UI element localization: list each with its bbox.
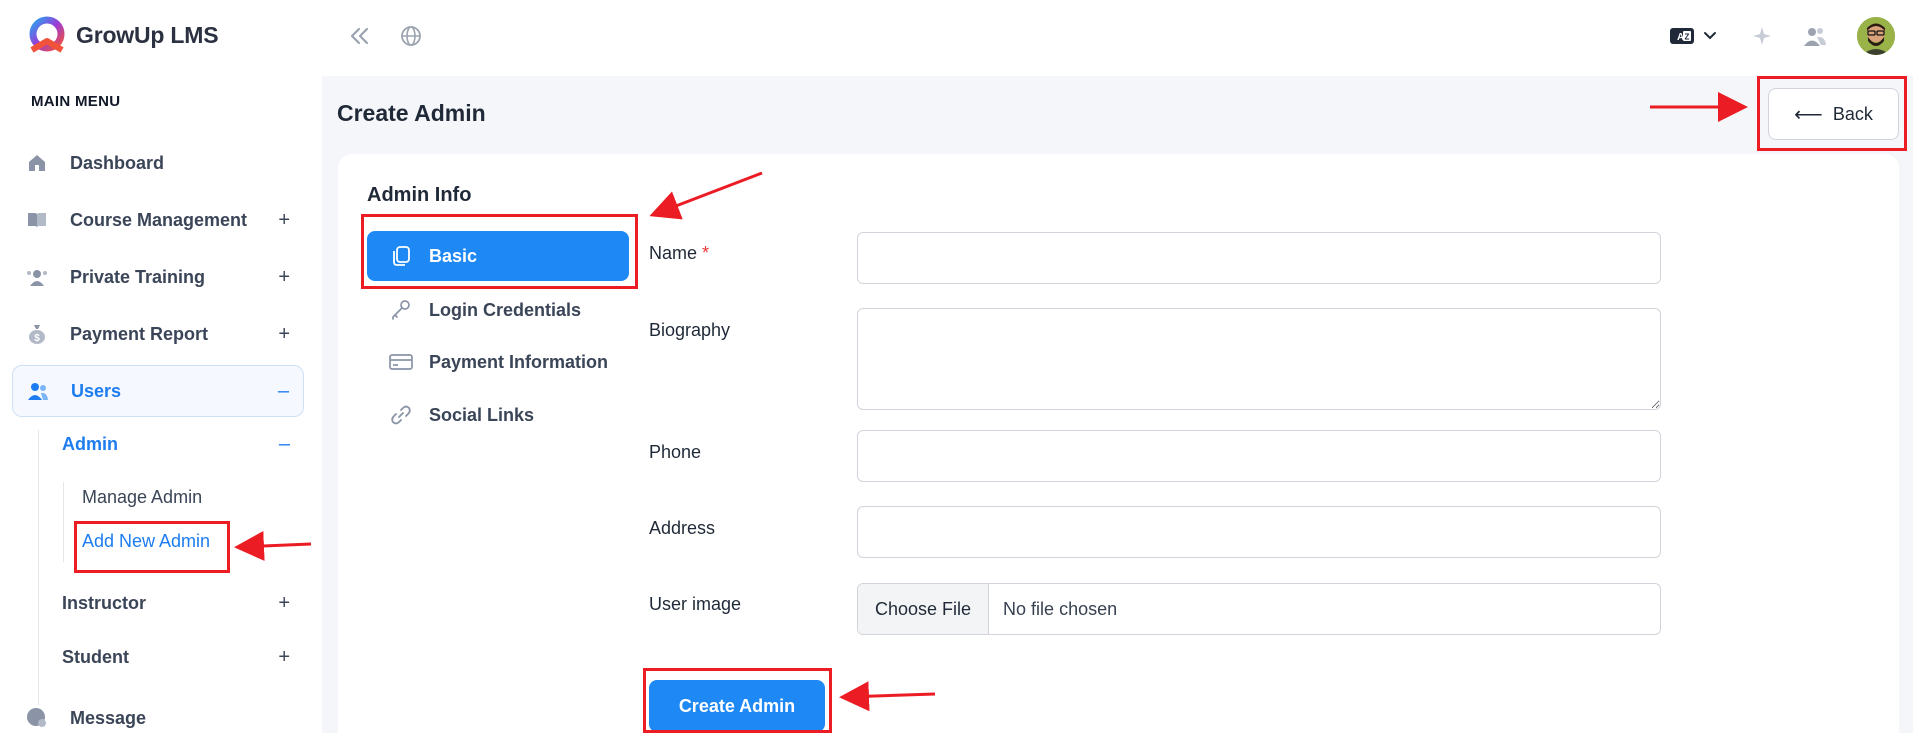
sub-label: Instructor	[62, 592, 147, 613]
app-name: GrowUp LMS	[76, 21, 219, 48]
training-icon	[26, 266, 48, 288]
user-image-field[interactable]: Choose File No file chosen	[857, 583, 1661, 635]
file-status: No file chosen	[1003, 598, 1118, 619]
name-field[interactable]	[857, 232, 1661, 284]
sub-label: Student	[62, 646, 129, 667]
phone-field[interactable]	[857, 430, 1661, 482]
nav-label: Private Training	[70, 266, 206, 287]
address-field[interactable]	[857, 506, 1661, 558]
menu-title: MAIN MENU	[31, 93, 121, 110]
nav-label: Dashboard	[70, 152, 165, 173]
back-button[interactable]: ⟵ Back	[1768, 88, 1899, 140]
collapse-sign-icon: –	[277, 379, 289, 402]
nav-payment-report[interactable]: $ Payment Report +	[12, 308, 304, 360]
address-label: Address	[649, 518, 716, 538]
sub-instructor[interactable]: Instructor +	[62, 586, 298, 620]
nav-label: Users	[71, 380, 122, 401]
arrow-left-icon: ⟵	[1794, 103, 1823, 126]
nav-label: Message	[70, 707, 147, 728]
name-label-text: Name	[649, 243, 698, 263]
tab-login-credentials[interactable]: Login Credentials	[367, 285, 629, 335]
nav-message[interactable]: Message	[12, 692, 304, 733]
globe-icon[interactable]	[395, 20, 427, 52]
logo-icon	[29, 16, 65, 53]
card-icon	[389, 350, 413, 374]
nav-label: Course Management	[70, 209, 248, 230]
back-label: Back	[1832, 103, 1873, 124]
biography-label: Biography	[649, 320, 731, 340]
card-title: Admin Info	[367, 184, 472, 206]
required-mark: *	[702, 243, 710, 263]
nav-label: Payment Report	[70, 323, 209, 344]
svg-text:Z: Z	[1685, 33, 1690, 42]
tab-social-links[interactable]: Social Links	[367, 390, 629, 440]
nav-private-training[interactable]: Private Training +	[12, 251, 304, 303]
language-icon[interactable]: AZ	[1668, 20, 1696, 52]
submenu-line	[63, 482, 64, 562]
nav-users[interactable]: Users –	[12, 365, 304, 417]
tab-basic[interactable]: Basic	[367, 231, 629, 281]
key-icon	[389, 298, 413, 322]
nav-course-management[interactable]: Course Management +	[12, 194, 304, 246]
leaf-manage-admin[interactable]: Manage Admin	[82, 487, 202, 508]
sub-student[interactable]: Student +	[62, 640, 298, 674]
tab-payment-information[interactable]: Payment Information	[367, 337, 629, 387]
tab-label: Login Credentials	[429, 299, 582, 320]
tab-label: Social Links	[429, 404, 535, 425]
tab-label: Payment Information	[429, 351, 609, 372]
chevron-down-icon[interactable]	[1700, 20, 1720, 52]
link-icon	[389, 403, 413, 427]
avatar[interactable]	[1857, 17, 1895, 55]
biography-field[interactable]	[857, 308, 1661, 410]
choose-file-button[interactable]: Choose File	[858, 584, 990, 634]
expand-icon: +	[278, 645, 290, 668]
sidebar: GrowUp LMS MAIN MENU Dashboard Course Ma…	[0, 0, 322, 733]
user-image-label: User image	[649, 594, 742, 614]
sparkle-icon[interactable]	[1746, 20, 1778, 52]
sub-label: Admin	[62, 433, 118, 454]
sub-admin[interactable]: Admin –	[62, 427, 298, 461]
home-icon	[26, 152, 48, 174]
book-icon	[26, 209, 48, 231]
money-bag-icon: $	[26, 323, 48, 345]
submenu-line	[38, 430, 39, 705]
expand-icon: +	[278, 591, 290, 614]
page-title: Create Admin	[337, 100, 486, 126]
collapse-icon[interactable]	[344, 20, 376, 52]
nav-dashboard[interactable]: Dashboard	[12, 137, 304, 189]
users-icon	[27, 380, 49, 402]
expand-icon: +	[278, 208, 290, 231]
app-logo[interactable]: GrowUp LMS	[24, 14, 219, 56]
create-admin-button[interactable]: Create Admin	[649, 680, 825, 732]
collapse-sign-icon: –	[278, 432, 290, 455]
message-icon	[26, 707, 48, 729]
copy-icon	[389, 244, 413, 268]
expand-icon: +	[278, 322, 290, 345]
expand-icon: +	[278, 265, 290, 288]
people-icon[interactable]	[1799, 20, 1831, 52]
phone-label: Phone	[649, 442, 702, 462]
tab-label: Basic	[429, 245, 478, 266]
svg-text:$: $	[34, 333, 40, 344]
name-label: Name *	[649, 243, 709, 264]
leaf-add-new-admin[interactable]: Add New Admin	[82, 531, 210, 552]
